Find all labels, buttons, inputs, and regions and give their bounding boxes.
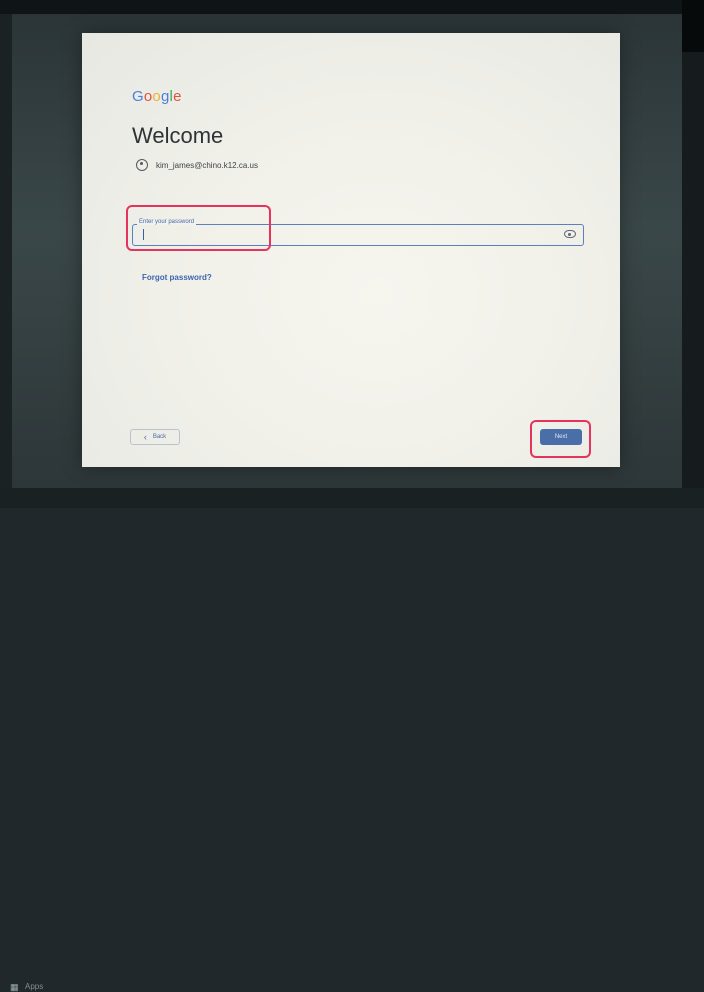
forgot-password-link[interactable]: Forgot password? bbox=[142, 273, 212, 282]
monitor-right-bezel bbox=[682, 52, 704, 508]
eye-icon[interactable] bbox=[564, 230, 576, 238]
monitor-top-edge bbox=[0, 0, 704, 14]
google-logo-letter: g bbox=[160, 88, 170, 105]
monitor-left-bezel bbox=[0, 14, 12, 508]
chevron-left-icon: ‹ bbox=[143, 431, 147, 442]
back-button-label: Back bbox=[152, 434, 167, 440]
grid-icon[interactable]: ▦ bbox=[10, 982, 20, 992]
google-logo-letter: G bbox=[132, 88, 144, 105]
back-button[interactable]: ‹ Back bbox=[130, 429, 180, 445]
next-highlight-annotation bbox=[530, 420, 591, 458]
page-title: Welcome bbox=[132, 123, 224, 148]
account-chip[interactable]: kim_james@chino.k12.ca.us bbox=[136, 157, 258, 173]
google-logo-letter: e bbox=[173, 88, 182, 105]
account-email: kim_james@chino.k12.ca.us bbox=[156, 160, 258, 170]
monitor-corner bbox=[682, 0, 704, 52]
apps-label: Apps bbox=[25, 982, 44, 991]
chromeos-shelf: ▦ Apps bbox=[0, 488, 704, 992]
google-logo: Google bbox=[132, 88, 182, 105]
password-highlight-annotation bbox=[126, 205, 271, 251]
account-circle-icon bbox=[136, 159, 148, 171]
google-logo-letter: o bbox=[152, 88, 161, 105]
